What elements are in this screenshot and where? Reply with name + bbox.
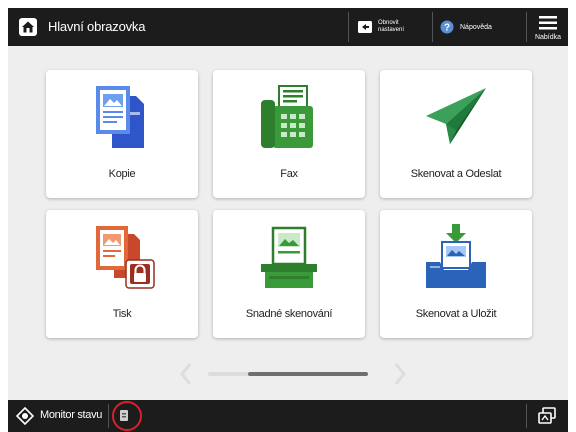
print-icon	[96, 226, 155, 289]
divider	[348, 12, 349, 42]
status-monitor-button[interactable]: Monitor stavu	[8, 400, 108, 432]
top-bar: Hlavní obrazovka Obnovit nastavení ? Náp…	[8, 8, 568, 46]
home-icon	[19, 18, 37, 36]
tile-label: Snadné skenování	[245, 308, 333, 320]
scan-save-icon	[426, 224, 486, 288]
easy-scan-icon	[261, 226, 317, 288]
tile-label: Kopie	[108, 168, 136, 180]
reset-icon	[358, 21, 372, 33]
tile-label: Fax	[280, 168, 298, 180]
tile-label: Skenovat a Uložit	[415, 308, 497, 320]
tile-print[interactable]: Tisk	[46, 210, 198, 338]
home-button[interactable]	[18, 17, 38, 37]
send-icon	[426, 88, 486, 144]
tile-label: Skenovat a Odeslat	[410, 168, 502, 180]
divider	[432, 12, 433, 42]
tile-fax[interactable]: Fax	[213, 70, 365, 198]
page-title: Hlavní obrazovka	[48, 19, 146, 34]
status-monitor-label: Monitor stavu	[40, 409, 103, 421]
divider	[526, 404, 527, 428]
copy-icon	[96, 86, 144, 148]
fax-icon	[261, 85, 313, 148]
tile-easy-scan[interactable]: Snadné skenování	[213, 210, 365, 338]
page-indicator	[208, 372, 368, 376]
menu-button[interactable]: Nabídka	[528, 8, 568, 46]
tile-scan-send[interactable]: Skenovat a Odeslat	[380, 70, 532, 198]
reset-label: Obnovit nastavení	[378, 20, 405, 33]
next-page-arrow-icon[interactable]	[392, 362, 408, 386]
screen-switch-icon[interactable]	[536, 406, 558, 426]
highlight-circle	[112, 401, 142, 431]
menu-label: Nabídka	[534, 34, 562, 41]
divider	[526, 12, 527, 42]
help-label: Nápověda	[460, 23, 492, 31]
divider	[108, 404, 109, 428]
tile-scan-save[interactable]: Skenovat a Uložit	[380, 210, 532, 338]
help-icon: ?	[440, 20, 454, 34]
tile-copy[interactable]: Kopie	[46, 70, 198, 198]
previous-page-arrow-icon[interactable]	[178, 362, 194, 386]
status-monitor-icon	[16, 407, 34, 425]
device-screen: Hlavní obrazovka Obnovit nastavení ? Náp…	[8, 8, 568, 432]
page-indicator-thumb	[248, 372, 368, 376]
tile-label: Tisk	[112, 308, 132, 320]
help-button[interactable]: ? Nápověda	[440, 8, 520, 46]
svg-text:?: ?	[444, 23, 450, 34]
bottom-bar: Monitor stavu	[8, 400, 568, 432]
reset-button[interactable]: Obnovit nastavení	[358, 8, 426, 46]
menu-icon	[539, 16, 557, 30]
